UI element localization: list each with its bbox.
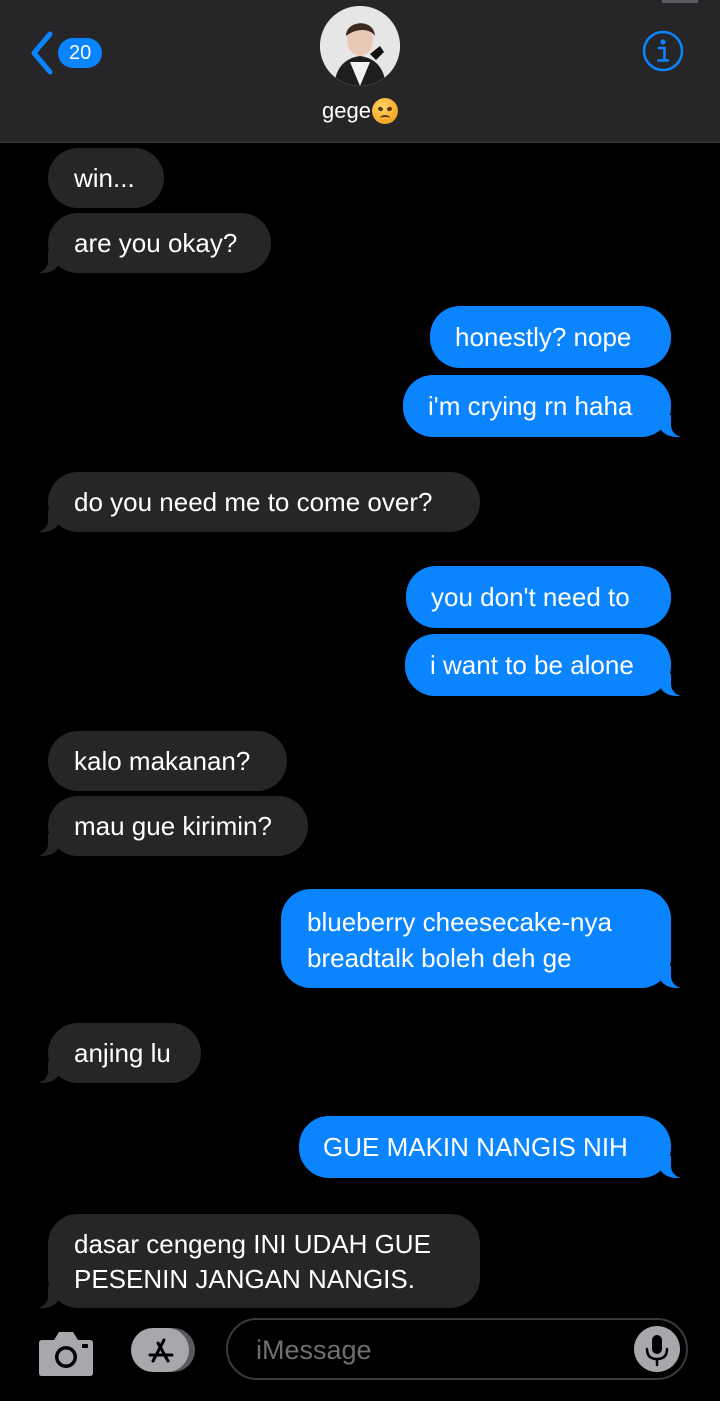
message-bubble-received[interactable]: win... — [48, 148, 164, 208]
message-bubble-received[interactable]: anjing lu — [30, 1023, 201, 1083]
message-bubble-sent[interactable]: honestly? nope — [430, 306, 671, 368]
message-text: PESENIN JANGAN NANGIS. — [74, 1264, 415, 1294]
back-button[interactable]: 20 — [28, 30, 103, 76]
message-bubble-received[interactable]: are you okay? — [30, 213, 271, 273]
message-bubble-received[interactable]: mau gue kirimin? — [30, 796, 308, 856]
message-text: you don't need to — [431, 582, 630, 612]
message-text: anjing lu — [74, 1038, 171, 1068]
message-input[interactable]: iMessage — [226, 1318, 688, 1380]
unread-count-badge: 20 — [58, 38, 103, 68]
message-bubble-received[interactable]: kalo makanan? — [48, 731, 287, 791]
message-input-placeholder: iMessage — [256, 1335, 372, 1365]
message-bubble-received[interactable]: do you need me to come over? — [30, 472, 480, 532]
message-text: are you okay? — [74, 228, 238, 258]
message-text: honestly? nope — [455, 322, 632, 352]
conversation-header: 20 gege — [0, 0, 720, 143]
info-icon[interactable] — [642, 30, 684, 72]
message-bubble-sent[interactable]: i want to be alone — [405, 634, 689, 696]
message-bubble-received[interactable]: dasar cengeng INI UDAH GUE PESENIN JANGA… — [30, 1214, 480, 1308]
chevron-left-icon — [31, 31, 53, 75]
message-text: i want to be alone — [430, 650, 634, 680]
message-bubble-sent[interactable]: i'm crying rn haha — [403, 375, 689, 437]
compose-bar: iMessage — [0, 1310, 720, 1401]
message-bubble-sent[interactable]: GUE MAKIN NANGIS NIH — [299, 1116, 689, 1178]
messages-screen: 20 gege win... are you okay? honestly? n… — [0, 0, 720, 1401]
camera-icon[interactable] — [38, 1328, 94, 1378]
message-text: mau gue kirimin? — [74, 811, 272, 841]
message-text: breadtalk boleh deh ge — [307, 943, 572, 973]
avatar[interactable] — [320, 6, 400, 86]
message-text: i'm crying rn haha — [428, 391, 633, 421]
avatar-photo — [320, 6, 400, 86]
contact-name-text: gege — [322, 98, 371, 123]
angry-face-icon — [371, 98, 398, 124]
microphone-icon — [645, 1335, 669, 1367]
microphone-button[interactable] — [634, 1326, 680, 1372]
message-bubble-sent[interactable]: you don't need to — [406, 566, 671, 628]
message-text: do you need me to come over? — [74, 487, 433, 517]
message-bubble-sent[interactable]: blueberry cheesecake-nya breadtalk boleh… — [281, 889, 689, 988]
message-text: win... — [74, 163, 135, 193]
message-text: GUE MAKIN NANGIS NIH — [323, 1132, 628, 1162]
message-text: blueberry cheesecake-nya — [307, 907, 612, 937]
app-store-icon[interactable] — [131, 1328, 195, 1372]
message-text: kalo makanan? — [74, 746, 251, 776]
message-text: dasar cengeng INI UDAH GUE — [74, 1229, 431, 1259]
status-indicator — [662, 0, 698, 3]
contact-name[interactable]: gege — [0, 96, 720, 126]
